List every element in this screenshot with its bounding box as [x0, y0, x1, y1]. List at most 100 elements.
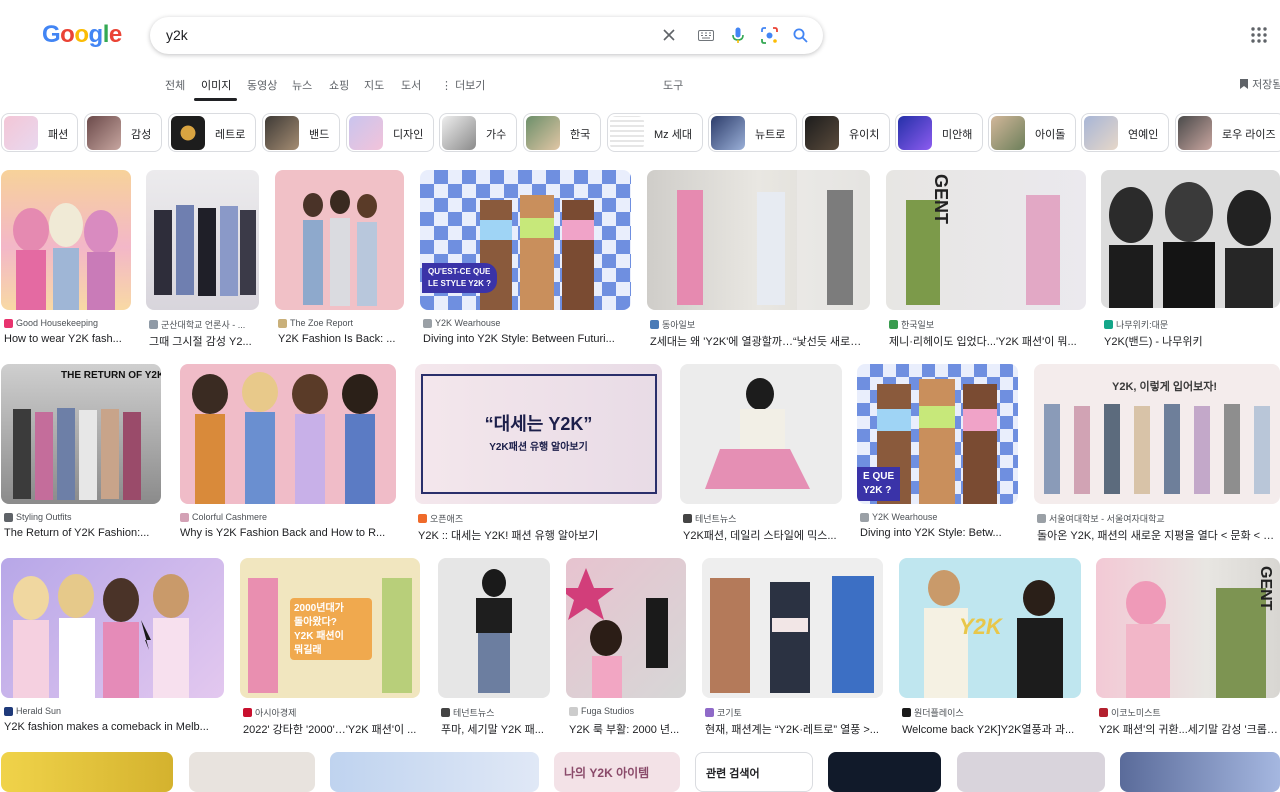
result-title[interactable]: Y2K Fashion Is Back: ... [278, 333, 404, 345]
tab-images[interactable]: 이미지 [201, 77, 231, 93]
result-image[interactable] [828, 752, 941, 792]
result-title[interactable]: Why is Y2K Fashion Back and How to R... [180, 527, 396, 539]
chip-sorry[interactable]: 미안해 [895, 113, 983, 152]
source-name: 나무위키:대문 [1116, 320, 1169, 330]
result-image[interactable]: Y2K, 이렇게 입어보자! [1034, 364, 1280, 504]
result-image[interactable]: THE RETURN OF Y2K [1, 364, 161, 504]
result-title[interactable]: Y2K fashion makes a comeback in Melb... [4, 721, 222, 733]
result-image[interactable] [438, 558, 550, 698]
image-overlay-text: GENT [931, 174, 951, 225]
result-image[interactable] [330, 752, 539, 792]
result-source: 서울여대학보 - 서울여자대학교 [1037, 512, 1165, 525]
result-source: 테넌트뉴스 [441, 706, 494, 719]
source-name: The Zoe Report [290, 318, 354, 328]
result-image[interactable] [1101, 170, 1280, 308]
tab-news[interactable]: 뉴스 [292, 77, 312, 93]
result-image[interactable]: 나의 Y2K 아이템 [554, 752, 680, 792]
result-title[interactable]: 현재, 패션계는 “Y2K·레트로” 열풍 >... [705, 721, 882, 737]
chip-celebrity[interactable]: 연예인 [1081, 113, 1169, 152]
image-overlay-text: GENT [1257, 566, 1274, 611]
tab-shopping[interactable]: 쇼핑 [329, 77, 349, 93]
result-title[interactable]: Y2K :: 대세는 Y2K! 패션 유행 알아보기 [418, 527, 662, 543]
result-title[interactable]: Diving into Y2K Style: Betw... [860, 527, 1016, 539]
result-image[interactable] [566, 558, 686, 698]
result-image[interactable]: “대세는 Y2K” Y2K패션 유행 알아보기 [415, 364, 662, 504]
result-title[interactable]: Diving into Y2K Style: Between Futuri... [423, 333, 629, 345]
result-title[interactable]: Z세대는 왜 'Y2K'에 열광할까…“낯선듯 새로움... [650, 333, 868, 349]
result-image[interactable] [957, 752, 1105, 792]
result-image[interactable]: QU'EST-CE QUE LE STYLE Y2K ? [420, 170, 631, 310]
filter-chips: 패션 감성 레트로 밴드 디자인 가수 한국 Mz 세대 뉴트로 유이치 미안해… [0, 113, 1280, 152]
result-image[interactable] [1, 170, 131, 310]
result-source: Y2K Wearhouse [860, 512, 937, 522]
result-title[interactable]: 제니·리헤이도 입었다...'Y2K 패션'이 뭐... [889, 333, 1085, 349]
result-title[interactable]: Welcome back Y2K]Y2K열풍과 과... [902, 721, 1080, 737]
keyboard-icon[interactable] [696, 25, 716, 45]
chip-label: 연예인 [1128, 129, 1159, 141]
source-name: 테넌트뉴스 [453, 708, 495, 718]
tab-maps[interactable]: 지도 [364, 77, 384, 93]
clear-icon[interactable] [659, 25, 679, 45]
search-icon[interactable] [790, 25, 810, 45]
tools-button[interactable]: 도구 [663, 77, 683, 93]
google-logo[interactable]: Google [42, 21, 122, 49]
result-title[interactable]: 돌아온 Y2K, 패션의 새로운 지평을 열다 < 문화 < 기획 ·... [1037, 527, 1280, 543]
chip-mz-generation[interactable]: Mz 세대 [607, 113, 703, 152]
result-image[interactable] [189, 752, 315, 792]
chip-korea[interactable]: 한국 [523, 113, 601, 152]
result-title[interactable]: 2022' 강타한 '2000'…'Y2K 패션'이 ... [243, 721, 420, 737]
chip-idol[interactable]: 아이돌 [988, 113, 1076, 152]
tab-books[interactable]: 도서 [401, 77, 421, 93]
result-title[interactable]: Y2K패션, 데일리 스타일에 믹스... [683, 527, 841, 543]
chip-label: 밴드 [309, 129, 330, 141]
apps-grid-icon[interactable] [1250, 26, 1268, 44]
lens-icon[interactable] [759, 25, 779, 45]
result-source: Fuga Studios [569, 706, 634, 716]
chip-band[interactable]: 밴드 [262, 113, 340, 152]
tab-all[interactable]: 전체 [165, 77, 185, 93]
chip-newtro[interactable]: 뉴트로 [708, 113, 797, 152]
result-image[interactable] [146, 170, 259, 310]
chip-low-rise[interactable]: 로우 라이즈 [1175, 113, 1280, 152]
chip-thumbnail [526, 116, 560, 150]
result-image[interactable] [1120, 752, 1280, 792]
result-image[interactable] [180, 364, 396, 504]
tab-videos[interactable]: 동영상 [247, 77, 277, 93]
result-title[interactable]: Y2K 룩 부활: 2000 년... [569, 721, 685, 737]
chip-yuichi[interactable]: 유이치 [802, 113, 890, 152]
result-title[interactable]: Y2K 패션'의 귀환...세기말 감성 '크롭티·... [1099, 721, 1280, 737]
result-image[interactable] [275, 170, 404, 310]
result-image[interactable] [702, 558, 883, 698]
result-source: 테넌트뉴스 [683, 512, 736, 525]
search-tabs: 전체 이미지 동영상 뉴스 쇼핑 지도 도서 ⋮ 더보기 도구 [0, 70, 1280, 102]
result-image[interactable] [1, 558, 224, 698]
result-image[interactable]: GENT [1096, 558, 1280, 698]
chip-design[interactable]: 디자인 [346, 113, 434, 152]
related-searches-card[interactable]: 관련 검색어 [695, 752, 813, 792]
chip-fashion[interactable]: 패션 [1, 113, 78, 152]
site-favicon [4, 318, 13, 328]
result-image[interactable]: GENT [886, 170, 1086, 310]
chip-singer[interactable]: 가수 [439, 113, 517, 152]
result-title[interactable]: 그때 그시절 감성 Y2... [149, 333, 259, 349]
result-image[interactable] [1, 752, 173, 792]
result-image[interactable]: E QUE Y2K ? [857, 364, 1018, 504]
overlay-caption: QU'EST-CE QUE LE STYLE Y2K ? [422, 263, 497, 293]
result-image[interactable] [647, 170, 870, 310]
microphone-icon[interactable] [728, 25, 748, 45]
result-image[interactable]: Y2K [899, 558, 1081, 698]
image-overlay-text: Y2K [959, 614, 1002, 639]
search-input[interactable] [166, 25, 626, 45]
chip-vibe[interactable]: 감성 [84, 113, 162, 152]
result-title[interactable]: Y2K(밴드) - 나무위키 [1104, 333, 1278, 349]
tab-more[interactable]: ⋮ 더보기 [441, 77, 485, 93]
result-title[interactable]: 푸마, 세기말 Y2K 패... [441, 721, 549, 737]
result-title[interactable]: The Return of Y2K Fashion:... [4, 527, 160, 539]
result-image[interactable]: 2000년대가 돌아왔다? Y2K 패션이 뭐길래 [240, 558, 420, 698]
result-source: 원더플레이스 [902, 706, 964, 719]
chip-thumbnail [4, 116, 38, 150]
result-title[interactable]: How to wear Y2K fash... [4, 333, 130, 345]
saved-button[interactable]: 저장됨 [1239, 76, 1280, 92]
chip-retro[interactable]: 레트로 [168, 113, 256, 152]
result-image[interactable] [680, 364, 842, 504]
